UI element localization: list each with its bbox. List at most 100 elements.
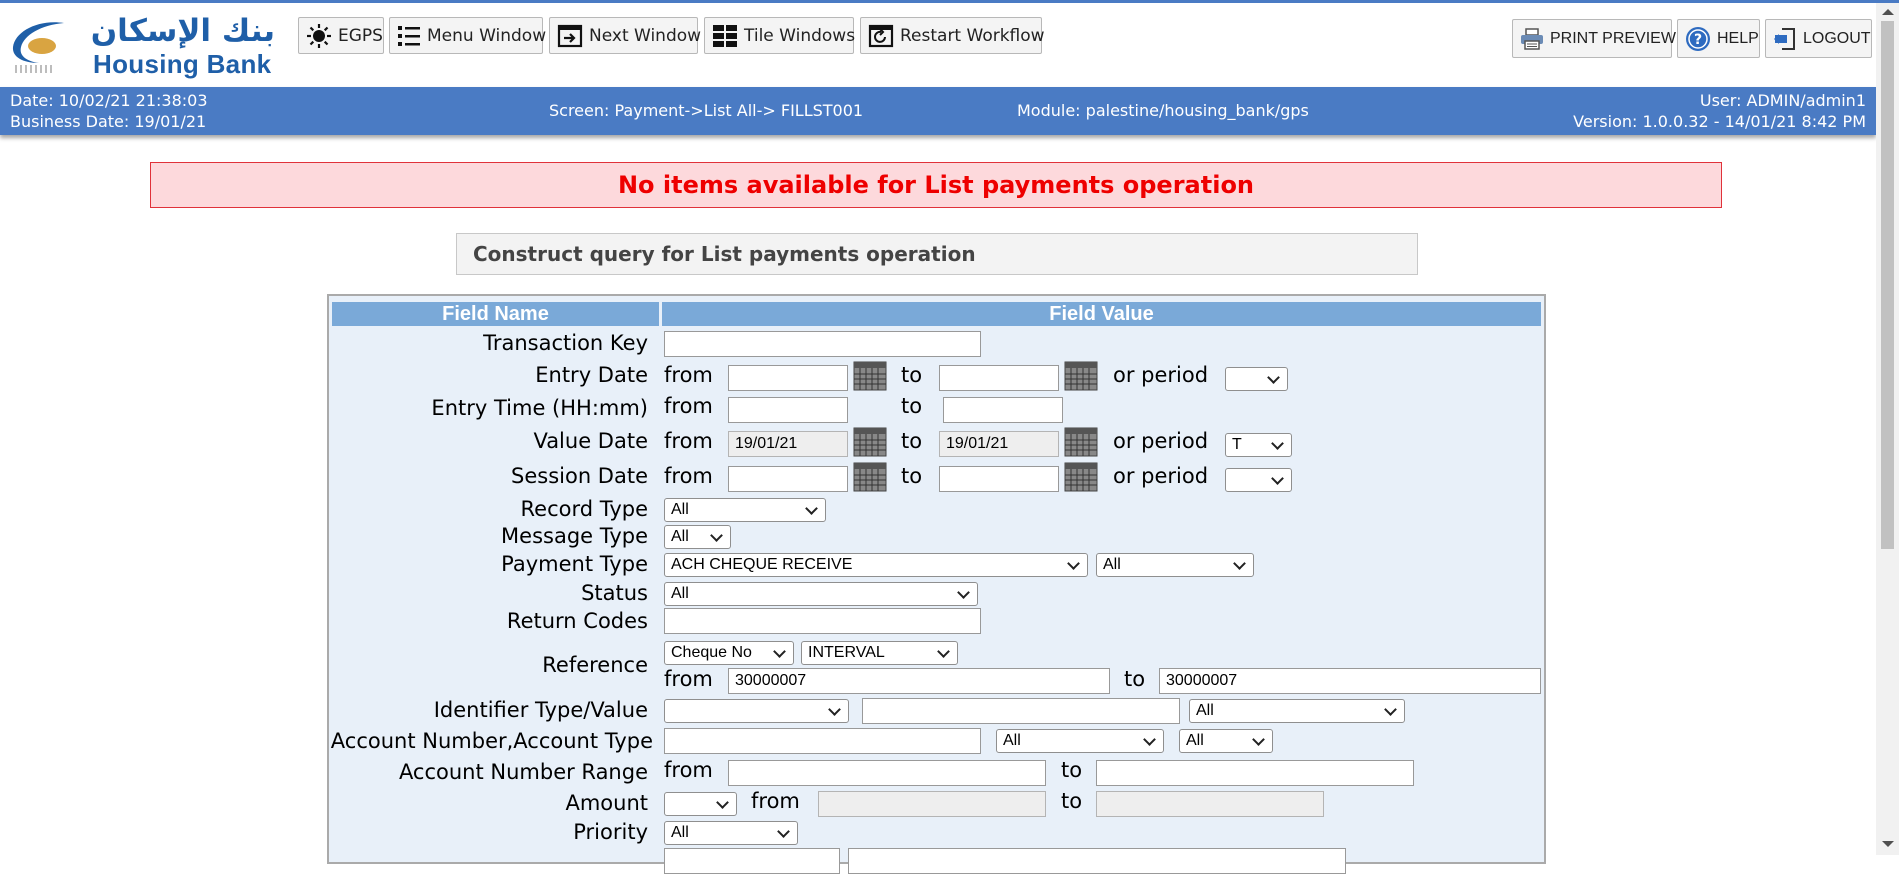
amount-from-text: from [751, 789, 800, 813]
restart-icon [868, 24, 894, 47]
reference-label: Reference [542, 653, 648, 677]
session-date-label: Session Date [511, 464, 648, 488]
identifier-type-select[interactable] [664, 699, 849, 723]
field-value-column-header: Field Value [662, 302, 1541, 326]
calendar-icon[interactable] [1064, 462, 1098, 492]
error-message: No items available for List payments ope… [150, 162, 1722, 208]
session-info-bar: Date: 10/02/21 21:38:03 Business Date: 1… [0, 87, 1876, 135]
entry-date-from-input[interactable] [728, 365, 848, 391]
amount-to-text: to [1061, 789, 1083, 813]
status-label: Status [581, 581, 648, 605]
restart-workflow-button[interactable]: Restart Workflow [860, 17, 1045, 54]
vertical-scrollbar[interactable] [1876, 3, 1899, 855]
value-date-to-input[interactable]: 19/01/21 [939, 431, 1059, 457]
message-type-select[interactable]: All [664, 525, 731, 549]
identifier-extra-select[interactable]: All [1189, 699, 1405, 723]
entry-time-from-input[interactable] [728, 397, 848, 423]
print-preview-label: PRINT PREVIEW [1550, 29, 1676, 47]
entry-time-from-text: from [664, 394, 713, 418]
top-toolbar: بنك الإسكان Housing Bank EGPS Menu Windo… [0, 3, 1876, 87]
egps-label: EGPS [338, 25, 383, 46]
print-preview-button[interactable]: PRINT PREVIEW [1512, 19, 1676, 58]
logout-icon [1774, 27, 1795, 50]
next-row-input-2[interactable] [848, 848, 1346, 874]
amount-operator-select[interactable] [664, 792, 737, 816]
egps-button[interactable]: EGPS [298, 17, 384, 54]
session-date-to-input[interactable] [939, 466, 1059, 492]
value-date-period-select[interactable]: T [1225, 433, 1292, 457]
next-window-button[interactable]: Next Window [549, 17, 702, 54]
calendar-icon[interactable] [853, 361, 887, 391]
calendar-icon[interactable] [1064, 427, 1098, 457]
svg-text:?: ? [1694, 32, 1702, 48]
payment-type-label: Payment Type [501, 552, 648, 576]
version-info: Version: 1.0.0.32 - 14/01/21 8:42 PM [1573, 112, 1866, 131]
priority-select[interactable]: All [664, 821, 798, 845]
transaction-key-input[interactable] [664, 331, 981, 357]
next-window-icon [557, 24, 583, 47]
priority-label: Priority [573, 820, 648, 844]
menu-window-button[interactable]: Menu Window [389, 17, 547, 54]
scroll-up-arrow-icon[interactable] [1882, 9, 1894, 15]
query-form: Field Name Field Value Transaction Key E… [327, 294, 1546, 874]
field-name-column-header: Field Name [332, 302, 659, 326]
reference-from-input[interactable]: 30000007 [728, 668, 1110, 694]
entry-date-or-period-text: or period [1113, 363, 1209, 387]
reference-kind-select[interactable]: Cheque No [664, 641, 794, 665]
account-range-to-input[interactable] [1096, 760, 1414, 786]
entry-date-to-input[interactable] [939, 365, 1059, 391]
session-date-or-period-text: or period [1113, 464, 1209, 488]
account-label: Account Number,Account Type [330, 729, 653, 753]
help-button[interactable]: ? HELP [1677, 19, 1760, 58]
list-icon [398, 25, 420, 46]
next-row-input[interactable] [664, 848, 840, 874]
return-codes-input[interactable] [664, 608, 981, 634]
restart-workflow-label: Restart Workflow [900, 25, 1045, 46]
tile-windows-button[interactable]: Tile Windows [704, 17, 855, 54]
query-section-title: Construct query for List payments operat… [456, 233, 1418, 275]
payment-subtype-select[interactable]: All [1096, 553, 1254, 577]
scrollbar-thumb[interactable] [1881, 21, 1894, 549]
payment-type-select[interactable]: ACH CHEQUE RECEIVE [664, 553, 1088, 577]
entry-time-to-text: to [901, 394, 923, 418]
value-date-from-text: from [664, 429, 713, 453]
calendar-icon[interactable] [853, 462, 887, 492]
amount-to-input[interactable] [1096, 791, 1324, 817]
screen-path: Screen: Payment->List All-> FILLST001 [549, 101, 864, 120]
printer-icon [1521, 27, 1543, 50]
session-date-from-input[interactable] [728, 466, 848, 492]
entry-date-label: Entry Date [535, 363, 648, 387]
account-range-from-input[interactable] [728, 760, 1046, 786]
calendar-icon[interactable] [1064, 361, 1098, 391]
session-date-period-select[interactable] [1225, 468, 1292, 492]
reference-to-input[interactable]: 30000007 [1159, 668, 1541, 694]
scroll-down-arrow-icon[interactable] [1882, 841, 1894, 847]
amount-from-input[interactable] [818, 791, 1046, 817]
identifier-value-input[interactable] [862, 698, 1180, 724]
return-codes-label: Return Codes [506, 609, 648, 633]
reference-mode-select[interactable]: INTERVAL [801, 641, 958, 665]
session-date-from-text: from [664, 464, 713, 488]
menu-window-label: Menu Window [427, 25, 547, 46]
logo-mark-icon [12, 22, 64, 73]
status-select[interactable]: All [664, 582, 978, 606]
account-range-label: Account Number Range [398, 760, 648, 784]
next-window-label: Next Window [589, 25, 702, 46]
help-label: HELP [1717, 29, 1759, 47]
account-type-2-select[interactable]: All [1179, 729, 1273, 753]
reference-from-text: from [664, 667, 713, 691]
logo-english-text: Housing Bank [93, 49, 272, 79]
value-date-from-input[interactable]: 19/01/21 [728, 431, 848, 457]
value-date-label: Value Date [533, 429, 648, 453]
account-number-input[interactable] [664, 728, 981, 754]
logo-arabic-text: بنك الإسكان [90, 13, 275, 49]
entry-time-to-input[interactable] [943, 397, 1063, 423]
entry-date-from-text: from [664, 363, 713, 387]
record-type-select[interactable]: All [664, 498, 826, 522]
calendar-icon[interactable] [853, 427, 887, 457]
account-type-select[interactable]: All [996, 729, 1164, 753]
logout-button[interactable]: LOGOUT [1765, 19, 1872, 58]
business-date: Business Date: 19/01/21 [10, 112, 207, 131]
tile-icon [713, 24, 737, 47]
entry-date-period-select[interactable] [1225, 367, 1288, 391]
